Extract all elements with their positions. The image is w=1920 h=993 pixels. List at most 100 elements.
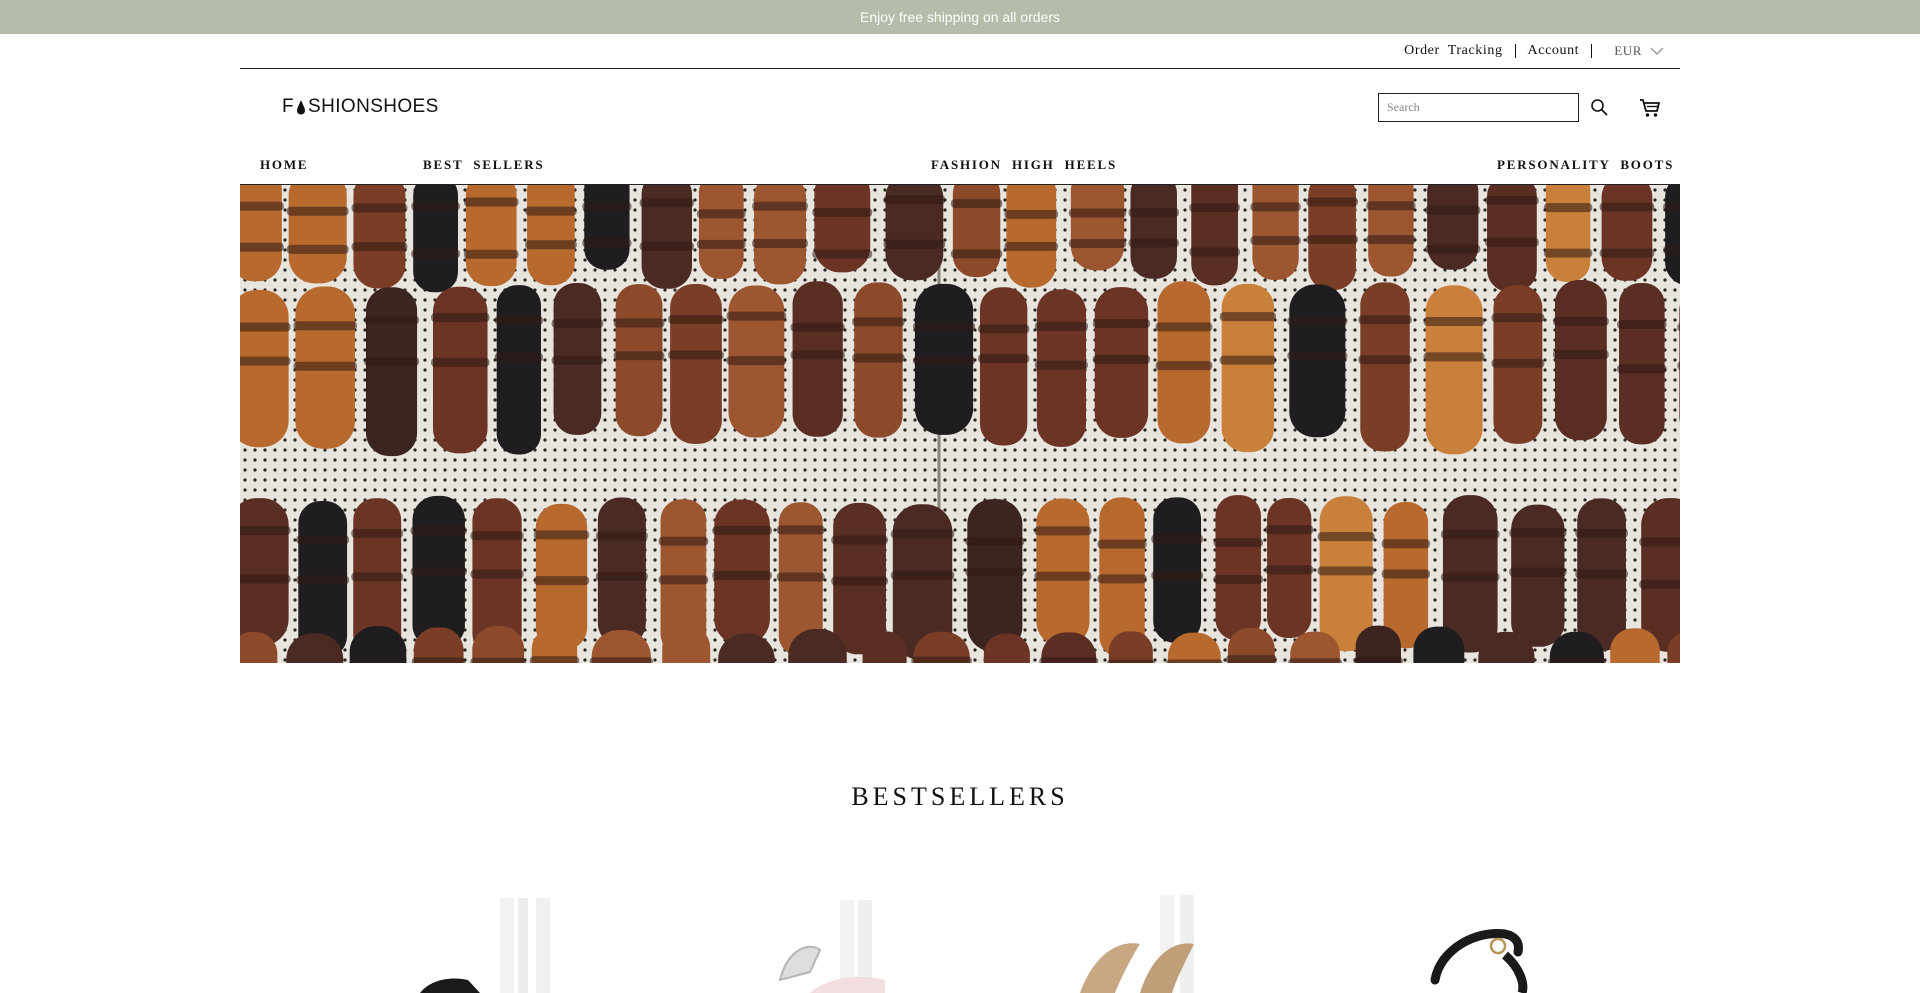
sandal-strap <box>812 207 873 217</box>
nav-item-fashion-high-heels[interactable]: FASHION HIGH HEELS <box>931 157 1117 173</box>
sandal-strap <box>595 571 648 581</box>
sandal-strap <box>658 575 709 585</box>
sandal-strap <box>1097 539 1147 549</box>
sandal-sole <box>413 185 458 293</box>
search-input[interactable] <box>1378 93 1579 122</box>
sandal-strap <box>1287 351 1348 361</box>
sandal-strap <box>1165 659 1223 663</box>
sandal-strap <box>240 242 284 252</box>
sandal-sole <box>1554 280 1607 441</box>
sandal-sole <box>597 497 646 646</box>
sandal-sole <box>1221 283 1275 453</box>
sandal-sole <box>1006 185 1057 288</box>
cart-button[interactable] <box>1637 96 1663 120</box>
product-card[interactable] <box>1300 880 1560 993</box>
hero-banner[interactable] <box>240 185 1680 663</box>
order-tracking-link[interactable]: Order Tracking <box>1404 43 1502 59</box>
sandal-strap <box>293 361 357 371</box>
sandal-sole <box>240 498 289 646</box>
sandal-sole <box>1619 283 1665 445</box>
currency-label: EUR <box>1614 43 1642 58</box>
sandal-strap <box>529 656 580 663</box>
sandal-strap <box>286 206 349 216</box>
sandal-strap <box>363 357 420 367</box>
sandal-strap <box>240 356 291 366</box>
sandal-sole <box>754 185 806 285</box>
sandal-strap <box>912 322 976 332</box>
sandal-strap <box>1552 350 1609 360</box>
site-header: F SHIONSHOES <box>240 69 1680 149</box>
sandal-strap <box>1423 352 1485 362</box>
nav-item-home[interactable]: HOME <box>260 157 308 173</box>
sandal-strap <box>776 525 825 535</box>
utility-divider <box>1514 44 1516 58</box>
sandal-strap <box>1250 235 1301 245</box>
sandal-strap <box>1092 319 1151 329</box>
logo[interactable]: F SHIONSHOES <box>282 96 439 118</box>
sandal-strap <box>430 357 490 367</box>
product-card[interactable] <box>340 880 600 993</box>
sandal-strap <box>831 576 888 586</box>
sandal-strap <box>1599 202 1655 212</box>
product-image <box>420 898 550 993</box>
nav-item-best-sellers[interactable]: BEST SELLERS <box>423 157 544 173</box>
product-card[interactable] <box>980 880 1240 993</box>
sandal-sole <box>1665 185 1680 284</box>
chevron-down-icon <box>1650 47 1664 55</box>
sandal-strap <box>1097 574 1147 584</box>
sandal-strap <box>1547 657 1606 663</box>
nav-item-personality-boots[interactable]: PERSONALITY BOOTS <box>1497 157 1674 173</box>
sandal-strap <box>890 570 955 580</box>
sandal-strap <box>1265 525 1314 535</box>
account-link[interactable]: Account <box>1528 43 1580 59</box>
sandal-strap <box>1663 202 1680 212</box>
sandal-strap <box>1213 538 1263 548</box>
bestsellers-heading: BESTSELLERS <box>851 782 1069 811</box>
sandal-strap <box>1128 208 1179 218</box>
sandal-strap <box>911 656 972 663</box>
sandal-strap <box>639 241 695 251</box>
sandal-strap <box>1491 313 1545 323</box>
sandal-strap <box>950 199 1003 209</box>
sandal-strap <box>463 197 519 207</box>
search-button[interactable] <box>1587 95 1611 119</box>
sandal-sole <box>1545 185 1591 282</box>
sandal-strap <box>1317 532 1375 542</box>
sandal-strap <box>589 657 653 663</box>
sandal-strap <box>430 313 490 323</box>
sandal-strap <box>1265 565 1314 575</box>
sandal-strap <box>463 249 519 259</box>
sandal-strap <box>296 535 350 545</box>
sandal-strap <box>1617 320 1667 330</box>
sandal-strap <box>1287 316 1348 326</box>
sandal-strap <box>852 353 905 363</box>
sandal-strap <box>1219 312 1277 322</box>
sandal-strap <box>639 198 695 208</box>
sandal-strap <box>1151 570 1204 580</box>
sandal-sole <box>670 284 722 444</box>
currency-selector[interactable]: EUR <box>1614 43 1664 59</box>
sandal-strap <box>790 350 845 360</box>
product-card[interactable] <box>660 880 920 993</box>
sandal-sole <box>365 287 418 457</box>
sandal-strap <box>752 238 808 248</box>
sandal-strap <box>726 356 787 366</box>
sandal-sole <box>979 287 1028 446</box>
sandal-strap <box>776 572 825 582</box>
sandal-strap <box>351 528 404 538</box>
sandal-sole <box>240 185 282 282</box>
sandal-strap <box>348 661 408 663</box>
sandal-strap <box>1213 574 1263 584</box>
sandal-strap <box>595 531 648 541</box>
sandal-sole <box>698 185 744 279</box>
sandal-strap <box>668 314 724 324</box>
sandal-strap <box>1639 579 1680 589</box>
sandal-sole <box>1425 285 1483 455</box>
sandal-strap <box>1366 235 1416 245</box>
sandal-strap <box>1617 364 1667 374</box>
sandal-sole <box>1368 185 1414 277</box>
sandal-strap <box>470 657 527 663</box>
sandal-strap <box>712 570 772 580</box>
sandal-strap <box>1425 205 1481 215</box>
sandal-sole <box>952 185 1001 278</box>
